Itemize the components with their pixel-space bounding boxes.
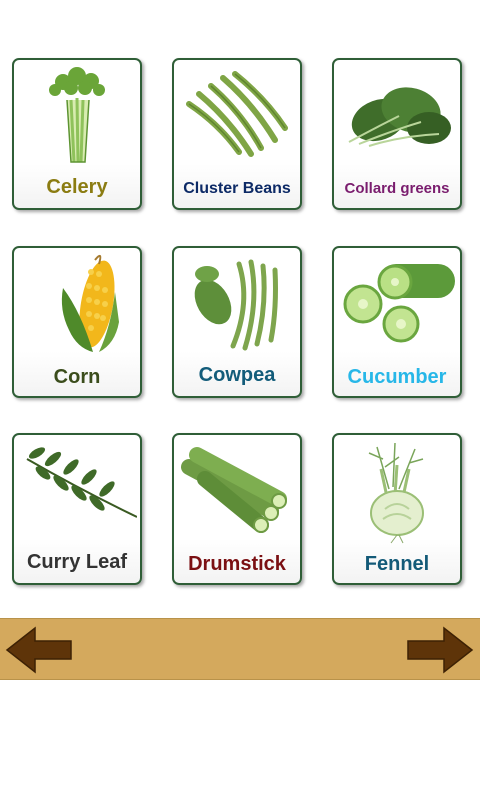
card-corn[interactable]: Corn <box>12 246 142 398</box>
vegetable-label: Cucumber <box>347 366 447 388</box>
cluster-beans-icon <box>186 71 288 157</box>
card-cucumber[interactable]: Cucumber <box>332 246 462 398</box>
card-fennel[interactable]: Fennel <box>332 433 462 585</box>
card-collard-greens[interactable]: Collard greens <box>332 58 462 210</box>
cowpea-icon <box>194 259 278 351</box>
celery-icon <box>49 67 105 163</box>
card-celery[interactable]: Celery <box>12 58 142 210</box>
vegetable-label: Cluster Beans <box>183 180 291 197</box>
card-curry-leaf[interactable]: Curry Leaf <box>12 433 142 585</box>
vegetable-label: Celery <box>46 176 108 198</box>
corn-icon <box>61 254 119 352</box>
next-button[interactable] <box>406 626 474 674</box>
vegetable-label: Corn <box>53 366 101 388</box>
back-button[interactable] <box>5 626 73 674</box>
card-drumstick[interactable]: Drumstick <box>172 433 302 585</box>
vegetable-label: Curry Leaf <box>26 551 128 573</box>
collard-greens-icon <box>348 87 451 147</box>
vegetable-label: Cowpea <box>198 364 276 386</box>
right-arrow-icon <box>407 626 474 674</box>
cucumber-icon <box>343 264 455 343</box>
curry-leaf-icon <box>26 447 137 518</box>
drumstick-icon <box>181 447 287 533</box>
vegetable-label: Fennel <box>364 553 430 575</box>
vegetable-label: Collard greens <box>344 180 450 197</box>
card-cluster-beans[interactable]: Cluster Beans <box>172 58 302 210</box>
navigation-bar <box>0 618 480 680</box>
vegetable-label: Drumstick <box>188 553 286 575</box>
fennel-icon <box>368 442 424 544</box>
card-cowpea[interactable]: Cowpea <box>172 246 302 398</box>
vegetable-grid: Celery Cluster Beans Collard greens Corn… <box>0 0 480 600</box>
left-arrow-icon <box>5 626 72 674</box>
